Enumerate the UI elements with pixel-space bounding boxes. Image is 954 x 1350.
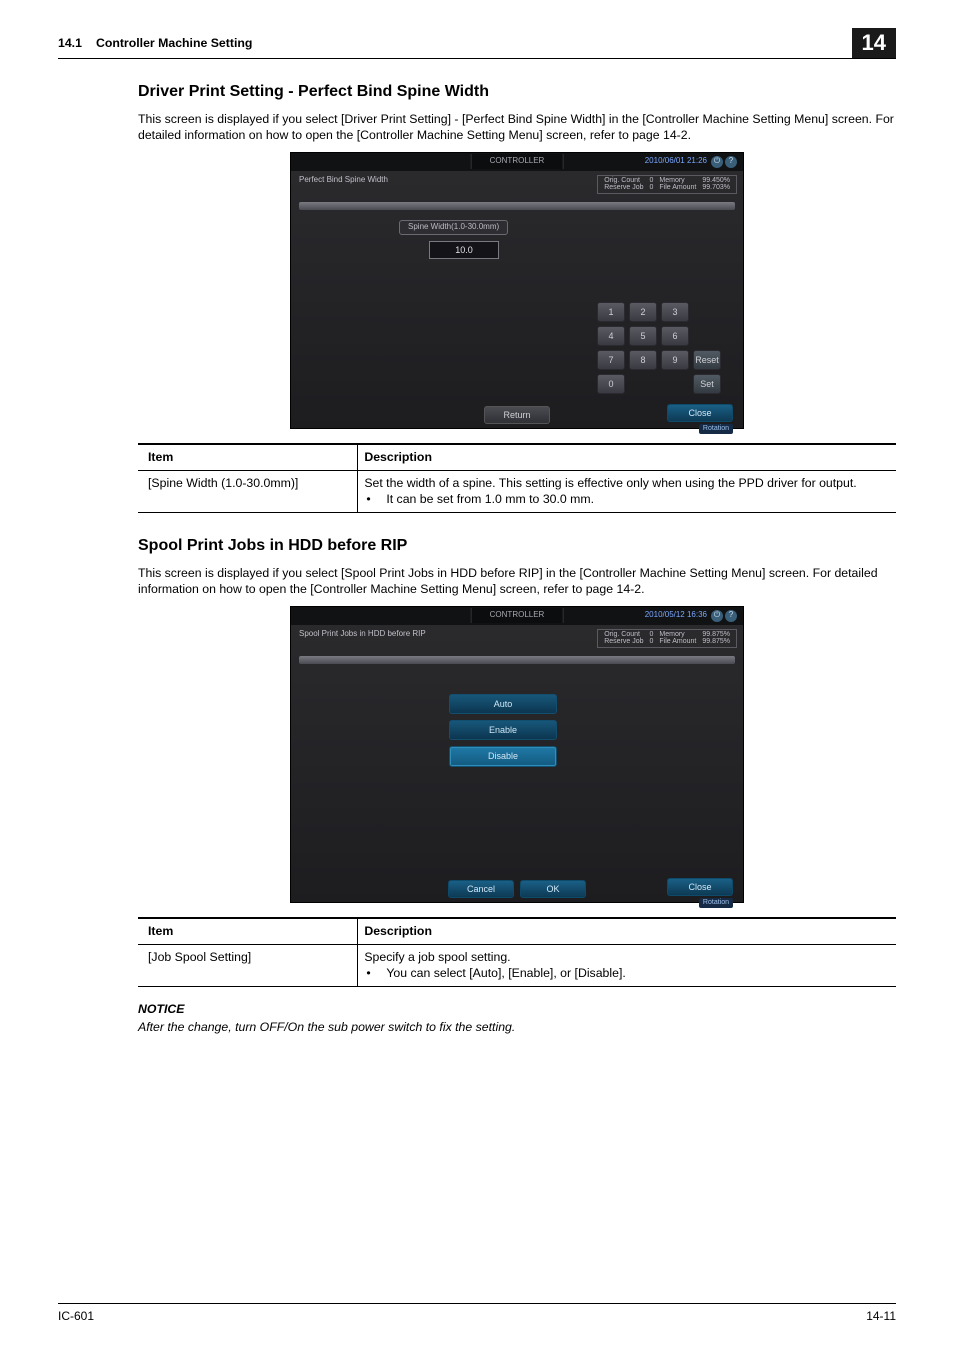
key-0[interactable]: 0 xyxy=(597,374,625,394)
option-enable[interactable]: Enable xyxy=(449,720,557,740)
numeric-keypad: 1 2 3 4 5 6 7 8 9 Reset 0 xyxy=(597,302,721,394)
panel1-title: Perfect Bind Spine Width xyxy=(299,175,388,194)
key-2[interactable]: 2 xyxy=(629,302,657,322)
key-1[interactable]: 1 xyxy=(597,302,625,322)
panel1-timestamp: 2010/06/01 21:26 xyxy=(645,156,707,167)
return-button[interactable]: Return xyxy=(484,406,550,424)
ok-button[interactable]: OK xyxy=(520,880,586,898)
screenshot-spool-jobs: CONTROLLER 2010/05/12 16:36 ⏻ ? Spool Pr… xyxy=(290,606,744,903)
key-reset[interactable]: Reset xyxy=(693,350,721,370)
panel2-toolbar xyxy=(299,656,735,664)
key-6[interactable]: 6 xyxy=(661,326,689,346)
table-header-item: Item xyxy=(138,444,358,470)
help-icon[interactable]: ? xyxy=(725,610,737,622)
section2-heading: Spool Print Jobs in HDD before RIP xyxy=(138,535,896,557)
footer-page: 14-11 xyxy=(866,1308,896,1324)
panel1-toolbar xyxy=(299,202,735,210)
panel2-status: Orig. Count 0 Memory 99.875% Reserve Job… xyxy=(597,629,737,648)
key-9[interactable]: 9 xyxy=(661,350,689,370)
section2-paragraph: This screen is displayed if you select [… xyxy=(138,565,896,598)
rotation-chip-2[interactable]: Rotation xyxy=(699,898,733,907)
notice-text: After the change, turn OFF/On the sub po… xyxy=(138,1019,896,1036)
footer-model: IC-601 xyxy=(58,1308,94,1324)
table-row-item: [Spine Width (1.0-30.0mm)] xyxy=(138,470,358,512)
cancel-button[interactable]: Cancel xyxy=(448,880,514,898)
table-row-description: Set the width of a spine. This setting i… xyxy=(358,470,896,512)
table2-header-description: Description xyxy=(358,918,896,944)
panel2-timestamp: 2010/05/12 16:36 xyxy=(645,610,707,621)
key-5[interactable]: 5 xyxy=(629,326,657,346)
section2-table: Item Description [Job Spool Setting] Spe… xyxy=(138,917,896,987)
panel2-title: Spool Print Jobs in HDD before RIP xyxy=(299,629,426,648)
option-disable[interactable]: Disable xyxy=(449,746,557,766)
screenshot-perfect-bind: CONTROLLER 2010/06/01 21:26 ⏻ ? Perfect … xyxy=(290,152,744,429)
key-3[interactable]: 3 xyxy=(661,302,689,322)
section1-table: Item Description [Spine Width (1.0-30.0m… xyxy=(138,443,896,513)
panel2-tab[interactable]: CONTROLLER xyxy=(471,608,564,623)
chapter-badge: 14 xyxy=(852,28,896,58)
table2-header-item: Item xyxy=(138,918,358,944)
key-7[interactable]: 7 xyxy=(597,350,625,370)
power-icon[interactable]: ⏻ xyxy=(711,156,723,168)
key-set[interactable]: Set xyxy=(693,374,721,394)
key-4[interactable]: 4 xyxy=(597,326,625,346)
table2-row-description: Specify a job spool setting. •You can se… xyxy=(358,944,896,986)
close-button-2[interactable]: Close xyxy=(667,878,733,896)
header-section-title: Controller Machine Setting xyxy=(96,35,252,52)
panel1-tab[interactable]: CONTROLLER xyxy=(471,154,564,169)
option-auto[interactable]: Auto xyxy=(449,694,557,714)
notice-label: NOTICE xyxy=(138,1001,896,1018)
section1-paragraph: This screen is displayed if you select [… xyxy=(138,111,896,144)
help-icon[interactable]: ? xyxy=(725,156,737,168)
header-section-number: 14.1 xyxy=(58,35,82,52)
spine-width-value[interactable]: 10.0 xyxy=(429,241,499,259)
power-icon[interactable]: ⏻ xyxy=(711,610,723,622)
key-8[interactable]: 8 xyxy=(629,350,657,370)
rotation-chip[interactable]: Rotation xyxy=(699,424,733,433)
table2-row-item: [Job Spool Setting] xyxy=(138,944,358,986)
table-header-description: Description xyxy=(358,444,896,470)
panel1-status: Orig. Count 0 Memory 99.450% Reserve Job… xyxy=(597,175,737,194)
close-button[interactable]: Close xyxy=(667,404,733,422)
spine-width-label: Spine Width(1.0-30.0mm) xyxy=(399,220,508,235)
section1-heading: Driver Print Setting - Perfect Bind Spin… xyxy=(138,81,896,103)
